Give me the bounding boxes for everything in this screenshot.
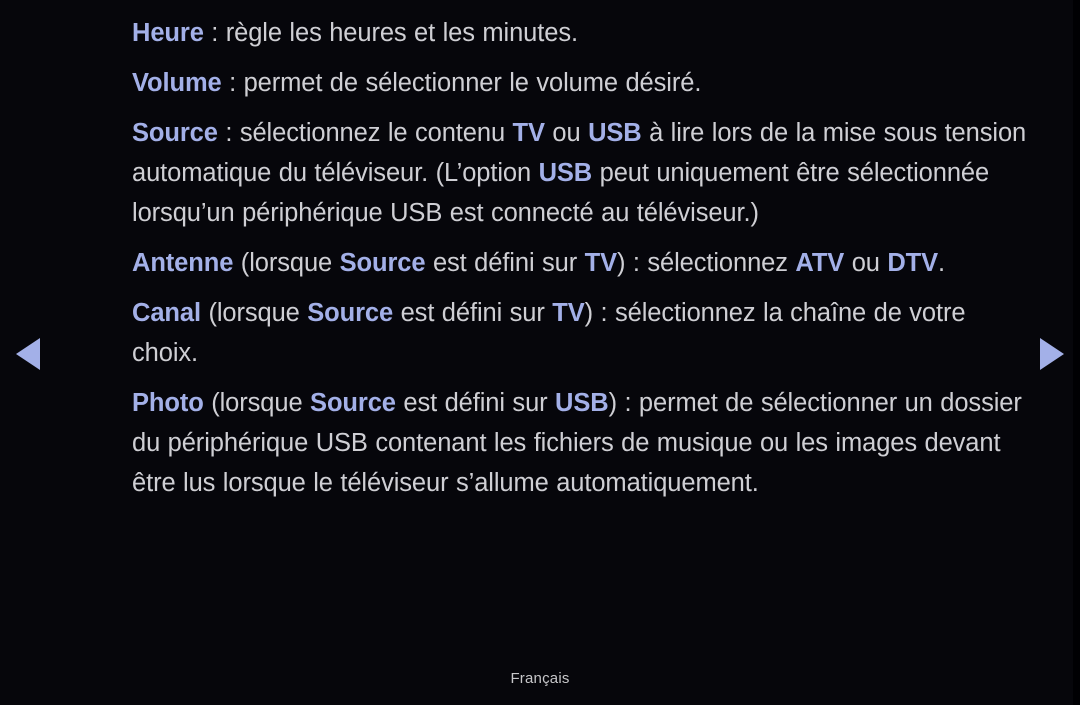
triangle-right-icon[interactable] <box>1040 338 1064 370</box>
text-antenne-8: . <box>938 249 946 277</box>
help-paragraph-volume: Volume : permet de sélectionner le volum… <box>132 63 1032 103</box>
keyword-antenne: Antenne <box>132 249 234 277</box>
text-antenne-0: (lorsque <box>233 249 340 277</box>
token-source-5: USB <box>538 159 593 187</box>
text-volume-0: : permet de sélectionner le volume désir… <box>221 69 702 97</box>
help-paragraph-canal: Canal (lorsque Source est défini sur TV)… <box>132 293 1032 373</box>
help-paragraph-heure: Heure : règle les heures et les minutes. <box>132 13 1032 53</box>
right-edge-band <box>1073 0 1080 705</box>
keyword-source: Source <box>132 119 218 147</box>
keyword-canal: Canal <box>132 299 201 327</box>
text-heure-0: : règle les heures et les minutes. <box>203 19 578 47</box>
text-antenne-4: ) : sélectionnez <box>617 249 796 277</box>
help-paragraph-antenne: Antenne (lorsque Source est défini sur T… <box>132 243 1032 283</box>
text-source-0: : sélectionnez le contenu <box>217 119 513 147</box>
text-canal-0: (lorsque <box>200 299 308 327</box>
help-paragraph-photo: Photo (lorsque Source est défini sur USB… <box>132 383 1032 503</box>
tv-help-screen: Heure : règle les heures et les minutes.… <box>0 0 1080 705</box>
token-antenne-7: DTV <box>887 249 939 277</box>
text-canal-2: est défini sur <box>393 299 553 327</box>
token-photo-1: Source <box>310 389 396 417</box>
token-canal-1: Source <box>307 299 394 327</box>
triangle-left-icon[interactable] <box>16 338 40 370</box>
token-antenne-3: TV <box>584 249 617 277</box>
text-photo-0: (lorsque <box>203 389 311 417</box>
text-antenne-6: ou <box>844 249 888 277</box>
token-antenne-1: Source <box>339 249 426 277</box>
token-source-3: USB <box>588 119 642 147</box>
token-photo-3: USB <box>555 389 609 417</box>
keyword-volume: Volume <box>132 69 222 97</box>
help-paragraph-source: Source : sélectionnez le contenu TV ou U… <box>132 113 1032 233</box>
token-source-1: TV <box>512 119 545 147</box>
token-canal-3: TV <box>552 299 585 327</box>
text-antenne-2: est défini sur <box>425 249 585 277</box>
keyword-photo: Photo <box>132 389 204 417</box>
text-source-2: ou <box>544 119 589 147</box>
footer-language-label: Français <box>510 670 570 687</box>
keyword-heure: Heure <box>132 19 204 47</box>
text-photo-2: est défini sur <box>395 389 556 417</box>
help-text-body: Heure : règle les heures et les minutes.… <box>132 13 1032 503</box>
token-antenne-5: ATV <box>795 249 845 277</box>
